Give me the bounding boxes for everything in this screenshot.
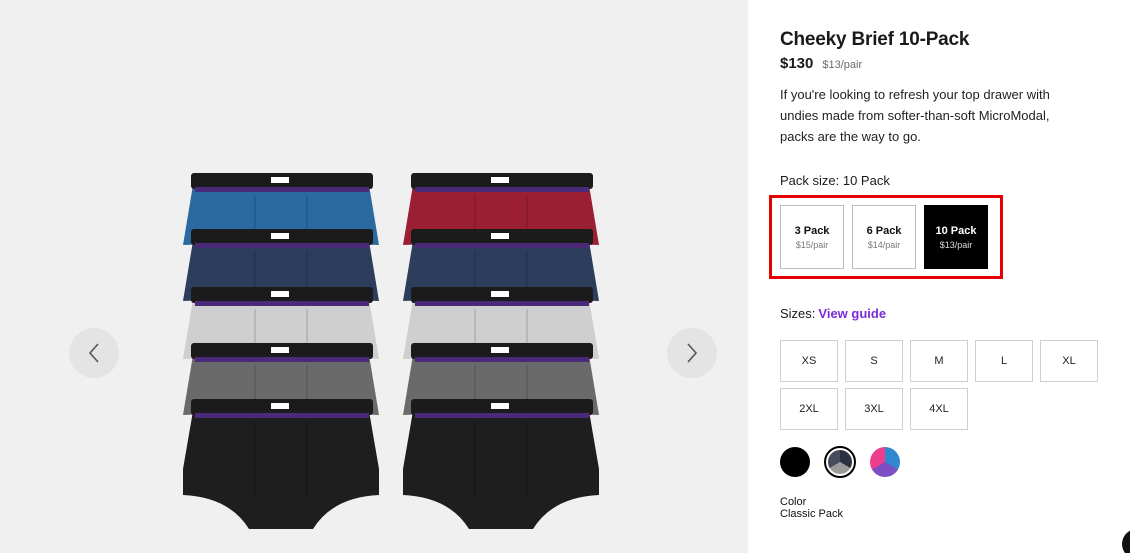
product-title: Cheeky Brief 10-Pack <box>780 29 970 50</box>
product-gallery <box>0 0 748 553</box>
chat-widget-button[interactable] <box>1122 529 1130 553</box>
classic-pack-swatch-fill <box>828 450 852 474</box>
product-description: If you're looking to refresh your top dr… <box>780 87 1050 144</box>
gallery-prev-button[interactable] <box>69 328 119 378</box>
pack-option-price: $13/pair <box>939 239 973 250</box>
size-option-xs[interactable]: XS <box>780 340 838 382</box>
size-option-2xl[interactable]: 2XL <box>780 388 838 430</box>
classic-pack-swatch[interactable] <box>824 446 856 478</box>
view-guide-link[interactable]: View guide <box>818 306 886 321</box>
chevron-left-icon <box>88 343 99 363</box>
sizes-label: Sizes: View guide <box>780 306 886 321</box>
size-option-s[interactable]: S <box>845 340 903 382</box>
pack-option-name: 6 Pack <box>866 224 902 237</box>
pack-option-name: 3 Pack <box>794 224 830 237</box>
pack-size-label: Pack size: 10 Pack <box>780 173 890 188</box>
size-option-xl[interactable]: XL <box>1040 340 1098 382</box>
size-options: XS S M L XL 2XL 3XL 4XL <box>780 340 1100 430</box>
color-info: Color Classic Pack <box>780 496 843 520</box>
product-image <box>183 173 599 529</box>
pack-option-name: 10 Pack <box>935 224 977 237</box>
brief-left-4 <box>183 399 379 529</box>
bright-pack-swatch[interactable] <box>870 447 900 477</box>
size-option-m[interactable]: M <box>910 340 968 382</box>
brief-right-4 <box>403 399 599 529</box>
color-value: Classic Pack <box>780 508 843 520</box>
pack-size-options: 3 Pack $15/pair 6 Pack $14/pair 10 Pack … <box>780 205 988 269</box>
size-option-l[interactable]: L <box>975 340 1033 382</box>
gallery-next-button[interactable] <box>667 328 717 378</box>
pack-option-10[interactable]: 10 Pack $13/pair <box>924 205 988 269</box>
pack-option-3[interactable]: 3 Pack $15/pair <box>780 205 844 269</box>
pack-option-6[interactable]: 6 Pack $14/pair <box>852 205 916 269</box>
product-price: $130 <box>780 55 814 72</box>
black-swatch[interactable] <box>780 447 810 477</box>
chevron-right-icon <box>687 343 698 363</box>
size-option-3xl[interactable]: 3XL <box>845 388 903 430</box>
product-page: Cheeky Brief 10-Pack $130 $13/pair If yo… <box>0 0 1130 553</box>
product-details: Cheeky Brief 10-Pack $130 $13/pair If yo… <box>769 0 1120 553</box>
pack-option-price: $14/pair <box>867 239 901 250</box>
size-option-4xl[interactable]: 4XL <box>910 388 968 430</box>
sizes-label-text: Sizes: <box>780 306 816 321</box>
price-row: $130 $13/pair <box>780 55 862 72</box>
pack-option-price: $15/pair <box>795 239 829 250</box>
color-label: Color <box>780 496 807 508</box>
color-swatches <box>780 446 900 478</box>
price-per-pair: $13/pair <box>822 59 863 71</box>
